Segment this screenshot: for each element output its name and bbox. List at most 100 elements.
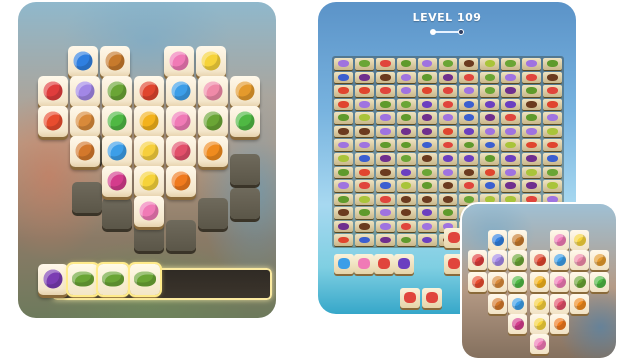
- swirl-candy-tile[interactable]: [134, 196, 164, 227]
- kiwi-mini-tile[interactable]: [396, 58, 416, 70]
- avocado-mini-tile[interactable]: [396, 98, 416, 111]
- butterfly-mini-tile[interactable]: [375, 112, 395, 124]
- grapes-mini-tile[interactable]: [459, 125, 479, 138]
- watermelon-tile[interactable]: [444, 254, 464, 274]
- butterfly-mini-tile[interactable]: [354, 98, 374, 111]
- banana-tile[interactable]: [530, 314, 549, 334]
- plum-mini-tile[interactable]: [501, 85, 521, 97]
- apple-tile[interactable]: [468, 272, 487, 292]
- tomato-mini-tile[interactable]: [543, 98, 562, 111]
- chocolate-mini-tile[interactable]: [396, 193, 416, 206]
- butterfly-mini-tile[interactable]: [334, 180, 353, 192]
- watermelon-mini-tile[interactable]: [438, 85, 458, 97]
- tomato-mini-tile[interactable]: [438, 125, 458, 138]
- plum-mini-tile[interactable]: [334, 220, 353, 233]
- plum-mini-tile[interactable]: [522, 180, 542, 192]
- butterfly-mini-tile[interactable]: [396, 85, 416, 97]
- croissant-tile[interactable]: [230, 76, 260, 107]
- pepper-tile[interactable]: [508, 272, 527, 292]
- avocado-tile[interactable]: [102, 76, 132, 107]
- chocolate-mini-tile[interactable]: [417, 193, 437, 206]
- eggplant-tile[interactable]: [38, 264, 68, 295]
- grapes-mini-tile[interactable]: [501, 98, 521, 111]
- banana-tile[interactable]: [570, 230, 589, 250]
- chocolate-mini-tile[interactable]: [375, 166, 395, 179]
- muffin-tile[interactable]: [488, 272, 507, 292]
- tomato-mini-tile[interactable]: [354, 85, 374, 97]
- grapes-mini-tile[interactable]: [501, 152, 521, 165]
- butterfly-mini-tile[interactable]: [438, 166, 458, 179]
- chocolate-mini-tile[interactable]: [334, 125, 353, 138]
- cookie-tile[interactable]: [508, 230, 527, 250]
- watermelon-mini-tile[interactable]: [375, 85, 395, 97]
- lemon-tile[interactable]: [134, 136, 164, 167]
- pear-mini-tile[interactable]: [354, 112, 374, 124]
- watermelon-tile[interactable]: [374, 254, 394, 274]
- avocado-mini-tile[interactable]: [417, 166, 437, 179]
- watermelon-mini-tile[interactable]: [438, 139, 458, 151]
- apple-tile[interactable]: [38, 106, 68, 137]
- plum-mini-tile[interactable]: [522, 152, 542, 165]
- tomato-mini-tile[interactable]: [354, 166, 374, 179]
- watermelon-mini-tile[interactable]: [543, 85, 562, 97]
- lemon-tile[interactable]: [530, 294, 549, 314]
- plum-mini-tile[interactable]: [375, 234, 395, 246]
- pepper-tile[interactable]: [102, 106, 132, 137]
- pepper-tile[interactable]: [590, 272, 609, 292]
- avocado-mini-tile[interactable]: [354, 58, 374, 70]
- avocado-tile[interactable]: [98, 264, 128, 295]
- plum-mini-tile[interactable]: [396, 125, 416, 138]
- pear-mini-tile[interactable]: [334, 152, 353, 165]
- watermelon-mini-tile[interactable]: [459, 71, 479, 84]
- kiwi-mini-tile[interactable]: [334, 166, 353, 179]
- watermelon-mini-tile[interactable]: [459, 180, 479, 192]
- plum-mini-tile[interactable]: [417, 112, 437, 124]
- donut-tile[interactable]: [550, 230, 569, 250]
- pear-mini-tile[interactable]: [354, 193, 374, 206]
- kiwi-mini-tile[interactable]: [522, 112, 542, 124]
- cookie-tile[interactable]: [100, 46, 130, 77]
- watermelon-mini-tile[interactable]: [501, 112, 521, 124]
- grapes-mini-tile[interactable]: [438, 152, 458, 165]
- plum-mini-tile[interactable]: [501, 180, 521, 192]
- butterfly-mini-tile[interactable]: [438, 112, 458, 124]
- tomato-mini-tile[interactable]: [334, 98, 353, 111]
- tomato-mini-tile[interactable]: [334, 85, 353, 97]
- butterfly-mini-tile[interactable]: [375, 220, 395, 233]
- chocolate-mini-tile[interactable]: [417, 152, 437, 165]
- kiwi-mini-tile[interactable]: [438, 207, 458, 219]
- avocado-tile[interactable]: [570, 272, 589, 292]
- swirl-candy-tile[interactable]: [530, 334, 549, 354]
- butterfly-mini-tile[interactable]: [417, 58, 437, 70]
- chocolate-mini-tile[interactable]: [334, 207, 353, 219]
- carrot-tile[interactable]: [166, 166, 196, 197]
- watermelon-mini-tile[interactable]: [396, 220, 416, 233]
- chocolate-mini-tile[interactable]: [459, 58, 479, 70]
- strawberry-tile[interactable]: [38, 76, 68, 107]
- avocado-tile[interactable]: [130, 264, 160, 295]
- pear-mini-tile[interactable]: [501, 139, 521, 151]
- butterfly-mini-tile[interactable]: [543, 112, 562, 124]
- plum-mini-tile[interactable]: [438, 71, 458, 84]
- kiwi-mini-tile[interactable]: [480, 152, 500, 165]
- radish-tile[interactable]: [508, 314, 527, 334]
- berry-mini-tile[interactable]: [354, 234, 374, 246]
- cupcake-tile[interactable]: [570, 250, 589, 270]
- burger-tile[interactable]: [488, 294, 507, 314]
- kiwi-mini-tile[interactable]: [334, 112, 353, 124]
- watermelon-mini-tile[interactable]: [438, 98, 458, 111]
- tomato-tile[interactable]: [530, 250, 549, 270]
- kiwi-mini-tile[interactable]: [396, 139, 416, 151]
- butterfly-mini-tile[interactable]: [334, 58, 353, 70]
- blue-candy-tile[interactable]: [334, 254, 354, 274]
- chocolate-mini-tile[interactable]: [543, 71, 562, 84]
- grapes-mini-tile[interactable]: [459, 152, 479, 165]
- plum-mini-tile[interactable]: [480, 112, 500, 124]
- blue-candy-tile[interactable]: [550, 250, 569, 270]
- tomato-tile[interactable]: [134, 76, 164, 107]
- butterfly-mini-tile[interactable]: [522, 125, 542, 138]
- pepper-tile[interactable]: [230, 106, 260, 137]
- chocolate-mini-tile[interactable]: [396, 207, 416, 219]
- tomato-mini-tile[interactable]: [417, 85, 437, 97]
- pear-mini-tile[interactable]: [543, 180, 562, 192]
